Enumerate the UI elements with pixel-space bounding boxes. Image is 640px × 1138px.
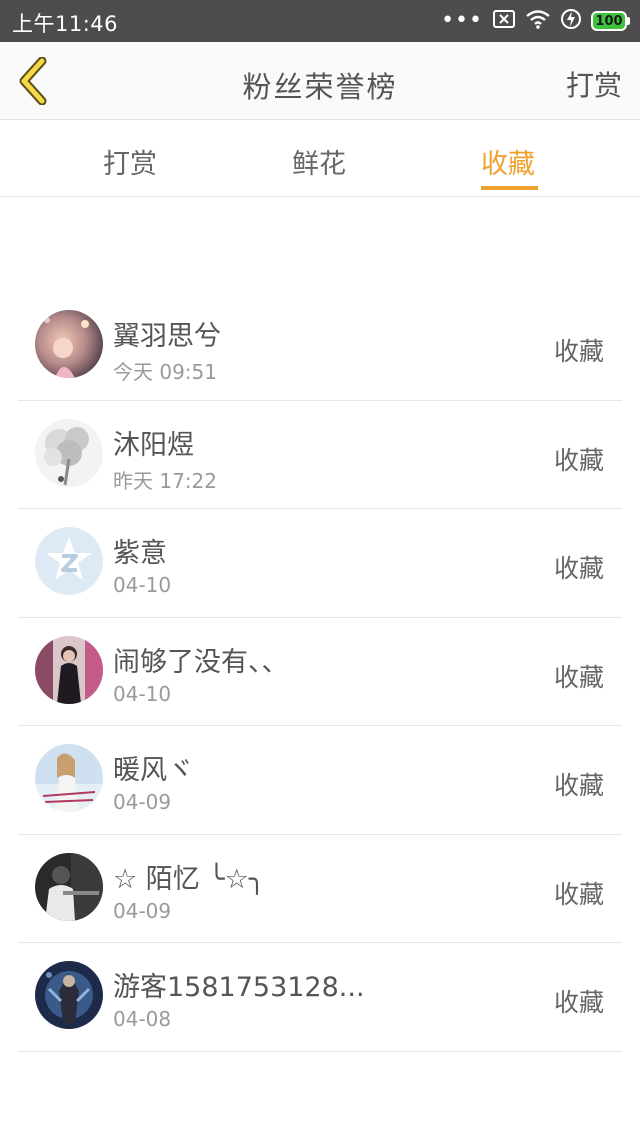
user-name: 翼羽思兮: [113, 321, 221, 352]
tab-flowers[interactable]: 鲜花: [292, 142, 346, 181]
list-time: 04-09: [113, 898, 172, 923]
list-type: 收藏: [553, 445, 604, 475]
user-name: 暖风ヾ: [113, 755, 194, 786]
tab-bar: 打赏 鲜花 收藏: [0, 120, 640, 197]
page-title: 粉丝荣誉榜: [242, 70, 398, 104]
active-tab-indicator: [481, 186, 538, 190]
avatar[interactable]: [35, 744, 103, 812]
list-item[interactable]: ☆ 陌忆 ╰☆╮ 04-09 收藏: [18, 835, 622, 943]
list-item[interactable]: 翼羽思兮 今天 09:51 收藏: [18, 292, 622, 401]
avatar[interactable]: [35, 635, 103, 704]
avatar[interactable]: [35, 418, 103, 487]
user-name: ☆ 陌忆 ╰☆╮: [113, 863, 266, 895]
tab-favorites[interactable]: 收藏: [481, 142, 535, 181]
list-type: 收藏: [553, 988, 604, 1017]
list-item[interactable]: 暖风ヾ 04-09 收藏: [18, 726, 622, 835]
fan-list: 翼羽思兮 今天 09:51 收藏 沐阳煜 昨天 17:22 收藏 紫意 04-1…: [18, 292, 622, 1052]
tab-reward[interactable]: 打赏: [103, 142, 157, 181]
reward-button[interactable]: 打赏: [566, 64, 622, 104]
list-time: 04-10: [113, 681, 172, 706]
list-time: 今天 09:51: [113, 360, 217, 384]
status-bar: 上午11:46 ••• 100: [0, 0, 640, 42]
list-time: 04-10: [113, 573, 172, 597]
sim-off-icon: [493, 10, 515, 32]
avatar[interactable]: [35, 310, 103, 378]
list-type: 收藏: [553, 662, 604, 692]
list-type: 收藏: [553, 554, 604, 583]
list-type: 收藏: [553, 879, 604, 909]
list-time: 04-08: [113, 1007, 172, 1031]
avatar[interactable]: [35, 852, 103, 921]
status-time: 上午11:46: [12, 12, 119, 36]
user-name: 沐阳煜: [113, 429, 194, 461]
user-name: 紫意: [113, 538, 167, 569]
list-item[interactable]: 闹够了没有、、 04-10 收藏: [18, 618, 622, 726]
default-avatar-icon[interactable]: [35, 527, 103, 595]
wifi-icon: [525, 9, 551, 33]
battery-level: 100: [591, 11, 627, 31]
list-type: 收藏: [553, 771, 604, 800]
list-item[interactable]: 紫意 04-10 收藏: [18, 509, 622, 618]
list-item[interactable]: 游客1581753128... 04-08 收藏: [18, 943, 622, 1052]
list-type: 收藏: [553, 337, 604, 366]
list-time: 昨天 17:22: [113, 468, 217, 493]
charging-icon: [561, 8, 581, 34]
nav-header: 粉丝荣誉榜 打赏: [0, 42, 640, 120]
user-name: 游客1581753128...: [113, 972, 365, 1003]
status-icons: ••• 100: [441, 8, 630, 34]
user-name: 闹够了没有、、: [113, 646, 289, 678]
more-dots-icon: •••: [441, 8, 483, 33]
list-time: 04-09: [113, 790, 172, 814]
battery-icon: 100: [591, 11, 630, 31]
list-item[interactable]: 沐阳煜 昨天 17:22 收藏: [18, 401, 622, 509]
avatar[interactable]: [35, 961, 103, 1029]
